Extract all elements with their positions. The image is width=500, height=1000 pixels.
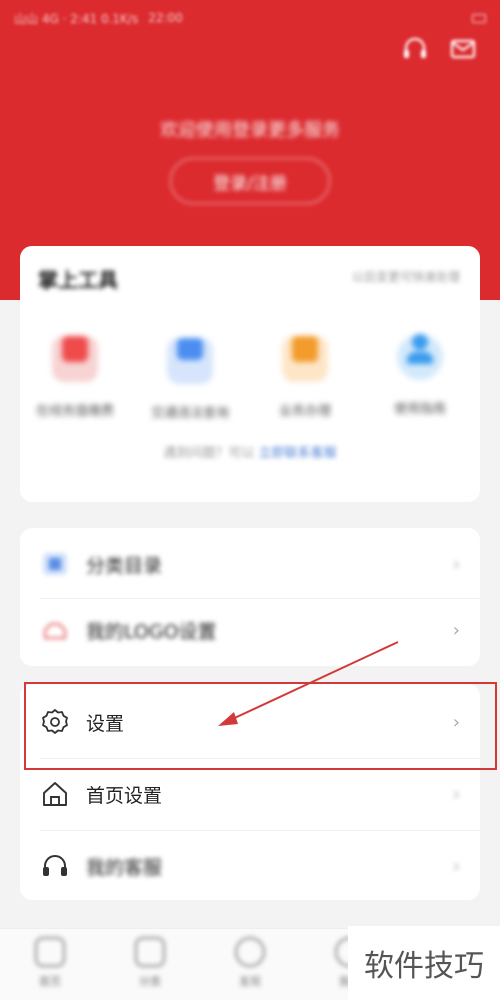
watermark: 软件技巧: [348, 926, 500, 1000]
tool-label: 交通违法查询: [150, 406, 229, 421]
catalog-icon: [40, 549, 70, 579]
tool-item[interactable]: 交通违法查询: [135, 326, 245, 421]
chevron-right-icon: ›: [452, 619, 460, 641]
status-bar: 山山 4G · 2:41 0.1K/s 22:00: [0, 0, 500, 36]
battery-icon: [472, 13, 486, 23]
status-icons: [472, 13, 486, 23]
tools-footer: 遇到问题？可以 立即联系客服: [20, 442, 480, 461]
login-button[interactable]: 登录/注册: [170, 158, 330, 204]
tools-footer-text: 遇到问题？可以: [163, 446, 255, 461]
nav-label: 发现: [239, 975, 261, 988]
nav-item-home[interactable]: 首页: [20, 937, 80, 989]
headset-icon[interactable]: [400, 34, 430, 64]
home-icon: [40, 779, 70, 809]
my-service-row[interactable]: 我的客服 ›: [20, 830, 480, 902]
nav-item-discover[interactable]: 发现: [220, 937, 280, 989]
list-item-label: 我的LOGO设置: [86, 620, 217, 643]
tool-icon: [397, 334, 443, 380]
status-left-text: 山山 4G · 2:41 0.1K/s: [14, 11, 139, 26]
list-card-top: 分类目录 › 我的LOGO设置 ›: [20, 528, 480, 666]
home-settings-label: 首页设置: [86, 784, 163, 807]
chevron-right-icon: ›: [452, 855, 460, 877]
tool-icon: [167, 338, 213, 384]
tools-title: 掌上工具: [38, 268, 118, 292]
tool-icon: [52, 336, 98, 382]
nav-label: 分类: [139, 975, 161, 988]
tools-more-link[interactable]: 以后变更可快速处理: [352, 268, 460, 285]
tool-item[interactable]: 业务办理: [250, 326, 360, 419]
list-item-logo[interactable]: 我的LOGO设置 ›: [20, 594, 480, 666]
login-hint: 欢迎使用登录更多服务: [160, 120, 340, 141]
list-item-label: 分类目录: [86, 554, 163, 577]
chevron-right-icon: ›: [452, 783, 460, 805]
nav-label: 首页: [39, 975, 61, 988]
grid-icon: [135, 937, 165, 967]
mail-icon[interactable]: [448, 34, 478, 64]
home-icon: [35, 937, 65, 967]
nav-item-category[interactable]: 分类: [120, 937, 180, 989]
cloud-icon: [40, 615, 70, 645]
tool-label: 在线充值缴费: [35, 404, 114, 419]
tools-card: 掌上工具 以后变更可快速处理 在线充值缴费 交通违法查询 业务办理 使用指南 遇…: [20, 246, 480, 502]
tools-footer-link[interactable]: 立即联系客服: [259, 446, 337, 461]
tool-item[interactable]: 使用指南: [365, 326, 475, 417]
my-service-label: 我的客服: [86, 856, 163, 879]
top-icons: [400, 34, 478, 64]
list-item-catalog[interactable]: 分类目录 ›: [20, 528, 480, 600]
headset-icon: [40, 851, 70, 881]
tool-label: 使用指南: [393, 402, 446, 417]
tool-label: 业务办理: [278, 404, 331, 419]
tool-icon: [282, 336, 328, 382]
chevron-right-icon: ›: [452, 553, 460, 575]
status-time: 22:00: [148, 11, 183, 25]
highlight-box: [24, 682, 497, 770]
compass-icon: [235, 937, 265, 967]
tool-item[interactable]: 在线充值缴费: [20, 326, 130, 419]
